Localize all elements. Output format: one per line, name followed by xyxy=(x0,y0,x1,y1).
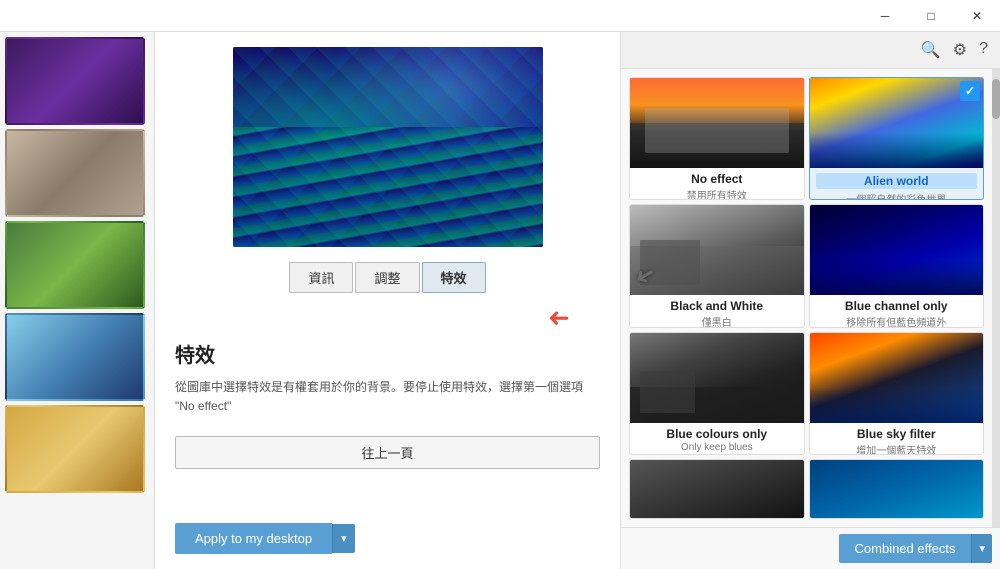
section-title: 特效 xyxy=(175,339,600,368)
effect-label-black-and-white: Black and White 僅黑白 xyxy=(630,295,804,327)
top-toolbar: 🔍 ⚙ ? xyxy=(621,32,1000,69)
tab-effects[interactable]: 特效 xyxy=(422,262,486,293)
title-bar: ─ □ ✕ xyxy=(0,0,1000,32)
effect-card-partial-2[interactable] xyxy=(809,459,985,519)
effect-label-alien-world: Alien world 一個超自然的彩色世界 xyxy=(810,168,984,200)
effect-name-no-effect: No effect xyxy=(636,172,798,186)
combined-effects-button[interactable]: Combined effects xyxy=(839,534,972,563)
close-button[interactable]: ✕ xyxy=(954,0,1000,32)
apply-dropdown-button[interactable]: ▾ xyxy=(332,524,355,553)
maximize-button[interactable]: □ xyxy=(908,0,954,32)
preview-image xyxy=(233,47,543,247)
scrollbar-track xyxy=(992,69,1000,527)
tab-info[interactable]: 資訊 xyxy=(289,262,353,293)
effect-thumb-no-effect xyxy=(630,78,804,168)
effect-label-no-effect: No effect 禁用所有特效 xyxy=(630,168,804,200)
sidebar-thumbnail-5[interactable] xyxy=(5,405,145,493)
effect-thumb-partial-1 xyxy=(630,460,804,519)
arrow-indicator-icon: ➜ xyxy=(548,303,570,334)
effect-name-black-and-white: Black and White xyxy=(636,299,798,313)
effect-thumb-blue-channel xyxy=(810,205,984,295)
effect-card-no-effect[interactable]: No effect 禁用所有特效 xyxy=(629,77,805,200)
center-panel: 資訊 調整 特效 ➜ 特效 從圖庫中選擇特效是有權套用於你的背景。要停止使用特效… xyxy=(155,32,620,569)
back-button[interactable]: 往上一頁 xyxy=(175,436,600,469)
selected-checkmark: ✓ xyxy=(960,81,980,101)
effect-desc-no-effect: 禁用所有特效 xyxy=(636,187,798,200)
effect-name-blue-channel: Blue channel only xyxy=(816,299,978,313)
combined-effects-dropdown[interactable]: ▾ xyxy=(971,534,992,563)
tab-row: 資訊 調整 特效 xyxy=(175,262,600,293)
effect-thumb-partial-2 xyxy=(810,460,984,519)
minimize-button[interactable]: ─ xyxy=(862,0,908,32)
effect-desc-blue-channel: 移除所有但藍色頻道外 xyxy=(816,314,978,327)
gear-icon[interactable]: ⚙ xyxy=(953,40,967,60)
apply-row: Apply to my desktop ▾ xyxy=(175,523,600,554)
effect-card-black-and-white[interactable]: ➜ Black and White 僅黑白 xyxy=(629,204,805,327)
effect-thumb-black-and-white: ➜ xyxy=(630,205,804,295)
effect-card-blue-colours[interactable]: Blue colours only Only keep blues xyxy=(629,332,805,455)
effect-desc-alien-world: 一個超自然的彩色世界 xyxy=(816,191,978,200)
apply-button[interactable]: Apply to my desktop xyxy=(175,523,332,554)
main-content: 資訊 調整 特效 ➜ 特效 從圖庫中選擇特效是有權套用於你的背景。要停止使用特效… xyxy=(0,32,1000,569)
effect-desc-black-and-white: 僅黑白 xyxy=(636,314,798,327)
search-icon[interactable]: 🔍 xyxy=(921,40,941,60)
effect-name-blue-colours: Blue colours only xyxy=(636,427,798,441)
sidebar-thumbnail-1[interactable] xyxy=(5,37,145,125)
sidebar-thumbnail-4[interactable] xyxy=(5,313,145,401)
section-description: 從圖庫中選擇特效是有權套用於你的背景。要停止使用特效，選擇第一個選項 "No e… xyxy=(175,378,600,416)
effects-bottom: Combined effects ▾ xyxy=(621,527,1000,569)
effects-grid: No effect 禁用所有特效 ✓ Alien world 一個超自然的彩色世… xyxy=(621,69,992,527)
sidebar-thumbnail-2[interactable] xyxy=(5,129,145,217)
effect-thumb-blue-sky xyxy=(810,333,984,423)
effect-card-partial-1[interactable] xyxy=(629,459,805,519)
effect-label-blue-colours: Blue colours only Only keep blues xyxy=(630,423,804,455)
tab-adjust[interactable]: 調整 xyxy=(355,262,419,293)
help-icon[interactable]: ? xyxy=(979,40,988,60)
effect-card-blue-sky[interactable]: Blue sky filter 增加一個藍天特效 xyxy=(809,332,985,455)
effect-name-blue-sky: Blue sky filter xyxy=(816,427,978,441)
effect-label-blue-sky: Blue sky filter 增加一個藍天特效 xyxy=(810,423,984,455)
effect-card-blue-channel[interactable]: Blue channel only 移除所有但藍色頻道外 xyxy=(809,204,985,327)
sidebar xyxy=(0,32,155,569)
effect-thumb-alien-world: ✓ xyxy=(810,78,984,168)
effect-name-alien-world: Alien world xyxy=(816,173,978,189)
right-panel: 🔍 ⚙ ? No effect 禁用所有特效 xyxy=(620,32,1000,569)
effect-card-alien-world[interactable]: ✓ Alien world 一個超自然的彩色世界 xyxy=(809,77,985,200)
effect-thumb-blue-colours xyxy=(630,333,804,423)
effect-desc-blue-colours: Only keep blues xyxy=(636,442,798,453)
effect-desc-blue-sky: 增加一個藍天特效 xyxy=(816,442,978,455)
effect-label-blue-channel: Blue channel only 移除所有但藍色頻道外 xyxy=(810,295,984,327)
sidebar-thumbnail-3[interactable] xyxy=(5,221,145,309)
scrollbar-thumb[interactable] xyxy=(992,79,1000,119)
